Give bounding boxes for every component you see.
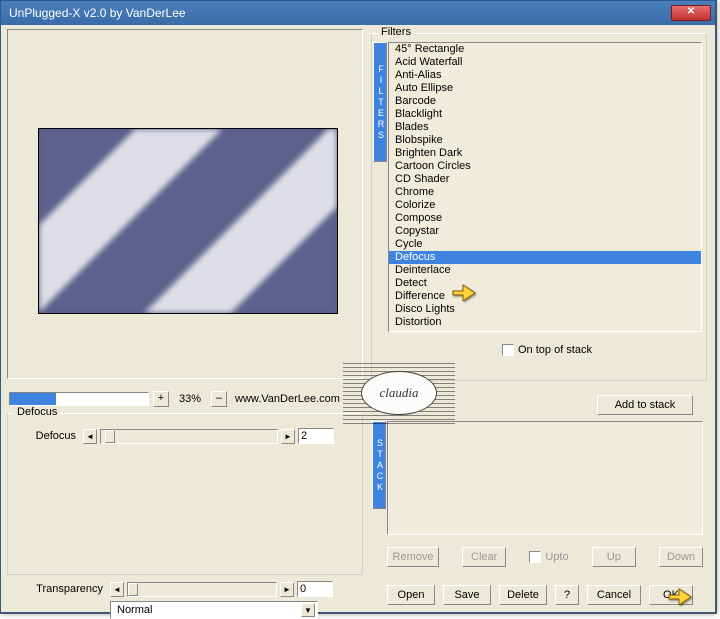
defocus-value-input[interactable]	[298, 428, 334, 444]
filter-item[interactable]: Defocus	[389, 251, 701, 264]
filter-item[interactable]: Chrome	[389, 186, 701, 199]
defocus-increment[interactable]: ►	[281, 429, 295, 444]
filter-item[interactable]: Anti-Alias	[389, 69, 701, 82]
filter-item[interactable]: Deinterlace	[389, 264, 701, 277]
defocus-label: Defocus	[8, 430, 80, 442]
defocus-group: Defocus Defocus ◄ ►	[7, 413, 363, 575]
filter-item[interactable]: Difference	[389, 290, 701, 303]
bottom-button-row: Open Save Delete ? Cancel OK	[387, 585, 707, 605]
transparency-increment[interactable]: ►	[280, 582, 294, 597]
filter-item[interactable]: 45° Rectangle	[389, 43, 701, 56]
filter-item[interactable]: CD Shader	[389, 173, 701, 186]
filter-item[interactable]: Copystar	[389, 225, 701, 238]
ontop-row: On top of stack	[502, 344, 592, 356]
vendor-url: www.VanDerLee.com	[235, 393, 340, 405]
defocus-decrement[interactable]: ◄	[83, 429, 97, 444]
transparency-slider[interactable]	[127, 582, 277, 597]
transparency-decrement[interactable]: ◄	[110, 582, 124, 597]
filter-item[interactable]: Cartoon Circles	[389, 160, 701, 173]
filter-item[interactable]: Disco Lights	[389, 303, 701, 316]
transparency-label: Transparency	[7, 583, 107, 595]
zoom-slider[interactable]	[9, 392, 149, 406]
filters-group: Filters FILTERS 45° RectangleAcid Waterf…	[371, 33, 707, 381]
filter-item[interactable]: Auto Ellipse	[389, 82, 701, 95]
add-to-stack-button[interactable]: Add to stack	[597, 395, 693, 415]
close-button[interactable]: ✕	[671, 5, 711, 21]
help-button[interactable]: ?	[555, 585, 579, 605]
filter-item[interactable]: Blacklight	[389, 108, 701, 121]
blend-mode-value: Normal	[117, 604, 152, 616]
zoom-value: 33%	[173, 393, 207, 405]
defocus-group-label: Defocus	[14, 406, 60, 418]
filters-group-label: Filters	[378, 26, 414, 38]
filter-item[interactable]: Blades	[389, 121, 701, 134]
defocus-slider[interactable]	[100, 429, 278, 444]
window-title: UnPlugged-X v2.0 by VanDerLee	[9, 6, 186, 20]
filters-vtab[interactable]: FILTERS	[373, 42, 387, 162]
down-button[interactable]: Down	[659, 547, 703, 567]
titlebar[interactable]: UnPlugged-X v2.0 by VanDerLee ✕	[1, 1, 715, 25]
dialog-body: + 33% – www.VanDerLee.com Defocus Defocu…	[1, 25, 715, 612]
preview-panel	[7, 29, 363, 379]
blend-row: Normal ▼	[7, 601, 363, 619]
blend-mode-combo[interactable]: Normal ▼	[110, 601, 318, 619]
zoom-in-button[interactable]: +	[153, 391, 169, 407]
transparency-value-input[interactable]	[297, 581, 333, 597]
upto-checkbox[interactable]	[529, 551, 541, 563]
filter-item[interactable]: Distortion	[389, 316, 701, 329]
filter-item[interactable]: Blobspike	[389, 134, 701, 147]
filter-item[interactable]: Acid Waterfall	[389, 56, 701, 69]
stack-listbox[interactable]	[387, 421, 703, 535]
open-button[interactable]: Open	[387, 585, 435, 605]
dialog-window: UnPlugged-X v2.0 by VanDerLee ✕ + 33% – …	[0, 0, 716, 613]
ontop-label: On top of stack	[518, 344, 592, 356]
remove-button[interactable]: Remove	[387, 547, 439, 567]
filter-item[interactable]: Cycle	[389, 238, 701, 251]
filter-item[interactable]: Detect	[389, 277, 701, 290]
delete-button[interactable]: Delete	[499, 585, 547, 605]
transparency-thumb[interactable]	[128, 583, 138, 596]
transparency-row: Transparency ◄ ►	[7, 581, 363, 597]
filter-item[interactable]: Compose	[389, 212, 701, 225]
up-button[interactable]: Up	[592, 547, 636, 567]
filter-item[interactable]: Brighten Dark	[389, 147, 701, 160]
preview-content	[39, 129, 337, 313]
stack-button-row: Remove Clear Upto Up Down	[387, 547, 703, 567]
zoom-bar: + 33% – www.VanDerLee.com	[9, 387, 365, 411]
upto-label: Upto	[545, 551, 568, 563]
preview-image	[38, 128, 338, 314]
clear-button[interactable]: Clear	[462, 547, 506, 567]
chevron-down-icon: ▼	[301, 603, 315, 617]
stack-group: Add to stack STACK Remove Clear Upto Up …	[371, 389, 707, 571]
zoom-fill	[10, 393, 56, 405]
save-button[interactable]: Save	[443, 585, 491, 605]
zoom-out-button[interactable]: –	[211, 391, 227, 407]
cancel-button[interactable]: Cancel	[587, 585, 641, 605]
upto-group: Upto	[529, 547, 568, 567]
defocus-thumb[interactable]	[105, 430, 115, 443]
ontop-checkbox[interactable]	[502, 344, 514, 356]
filter-item[interactable]: Colorize	[389, 199, 701, 212]
filters-listbox[interactable]: 45° RectangleAcid WaterfallAnti-AliasAut…	[388, 42, 702, 332]
ok-button[interactable]: OK	[649, 585, 693, 605]
filter-item[interactable]: Barcode	[389, 95, 701, 108]
stack-vtab[interactable]: STACK	[372, 421, 386, 509]
